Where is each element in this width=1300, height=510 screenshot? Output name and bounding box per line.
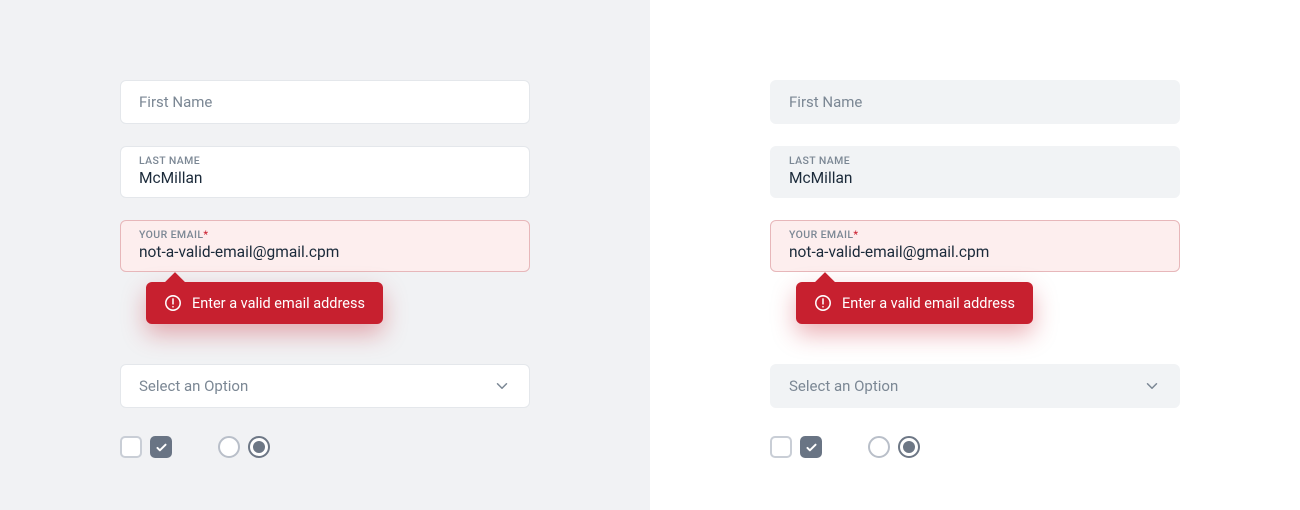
last-name-value: McMillan xyxy=(139,170,511,188)
required-indicator: * xyxy=(203,228,208,241)
checkbox-group xyxy=(770,436,822,458)
error-tooltip: Enter a valid email address xyxy=(146,282,383,324)
first-name-field[interactable]: First Name xyxy=(120,80,530,124)
radio-selected[interactable] xyxy=(248,436,270,458)
radio-selected[interactable] xyxy=(898,436,920,458)
option-select[interactable]: Select an Option xyxy=(120,364,530,408)
required-indicator: * xyxy=(853,228,858,241)
checkbox-checked[interactable] xyxy=(800,436,822,458)
chevron-down-icon xyxy=(1143,377,1161,395)
radio-group xyxy=(218,436,270,458)
chevron-down-icon xyxy=(493,377,511,395)
checkbox-checked[interactable] xyxy=(150,436,172,458)
error-message: Enter a valid email address xyxy=(842,295,1015,312)
first-name-placeholder: First Name xyxy=(139,95,511,110)
email-value: not-a-valid-email@gmail.cpm xyxy=(789,244,1161,262)
form-panel-variant-a: First Name LAST NAME McMillan YOUR EMAIL… xyxy=(0,0,650,510)
controls-row xyxy=(120,436,530,458)
form-stack: First Name LAST NAME McMillan YOUR EMAIL… xyxy=(120,80,530,458)
select-placeholder: Select an Option xyxy=(789,379,898,394)
radio-unselected[interactable] xyxy=(218,436,240,458)
radio-unselected[interactable] xyxy=(868,436,890,458)
last-name-label: LAST NAME xyxy=(139,156,511,167)
email-value: not-a-valid-email@gmail.cpm xyxy=(139,244,511,262)
last-name-field[interactable]: LAST NAME McMillan xyxy=(770,146,1180,198)
option-select[interactable]: Select an Option xyxy=(770,364,1180,408)
error-icon xyxy=(814,294,832,312)
form-panel-variant-b: First Name LAST NAME McMillan YOUR EMAIL… xyxy=(650,0,1300,510)
last-name-label: LAST NAME xyxy=(789,156,1161,167)
checkbox-unchecked[interactable] xyxy=(770,436,792,458)
error-message: Enter a valid email address xyxy=(192,295,365,312)
last-name-field[interactable]: LAST NAME McMillan xyxy=(120,146,530,198)
form-stack: First Name LAST NAME McMillan YOUR EMAIL… xyxy=(770,80,1180,458)
last-name-value: McMillan xyxy=(789,170,1161,188)
checkbox-group xyxy=(120,436,172,458)
controls-row xyxy=(770,436,1180,458)
first-name-placeholder: First Name xyxy=(789,95,1161,110)
email-label: YOUR EMAIL* xyxy=(789,230,1161,241)
checkbox-unchecked[interactable] xyxy=(120,436,142,458)
email-field[interactable]: YOUR EMAIL* not-a-valid-email@gmail.cpm xyxy=(770,220,1180,272)
error-tooltip: Enter a valid email address xyxy=(796,282,1033,324)
select-placeholder: Select an Option xyxy=(139,379,248,394)
email-field[interactable]: YOUR EMAIL* not-a-valid-email@gmail.cpm xyxy=(120,220,530,272)
radio-group xyxy=(868,436,920,458)
error-icon xyxy=(164,294,182,312)
first-name-field[interactable]: First Name xyxy=(770,80,1180,124)
email-label: YOUR EMAIL* xyxy=(139,230,511,241)
